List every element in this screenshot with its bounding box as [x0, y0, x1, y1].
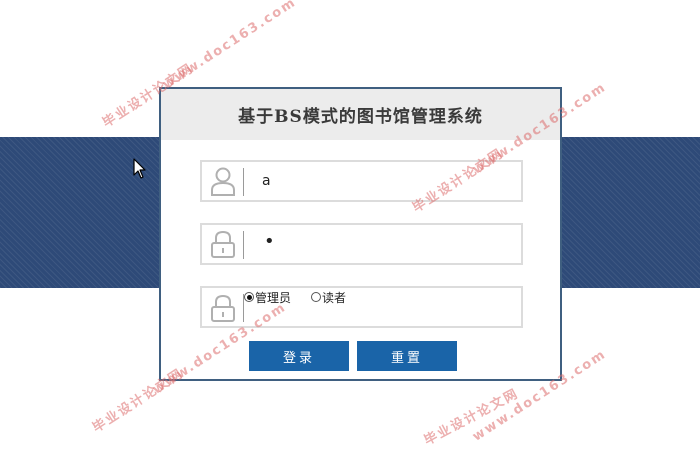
user-icon	[211, 167, 235, 196]
role-label-admin: 管理员	[255, 290, 292, 305]
reset-button[interactable]: 重置	[357, 341, 457, 371]
login-panel: 基于BS模式的图书馆管理系统 a • 管理员 读者 登录 重置	[159, 87, 562, 381]
username-value[interactable]: a	[262, 162, 271, 200]
role-field: 管理员 读者	[200, 286, 523, 328]
field-separator	[243, 168, 244, 196]
field-separator	[243, 231, 244, 259]
login-button[interactable]: 登录	[249, 341, 349, 371]
password-field[interactable]: •	[200, 223, 523, 265]
role-radio-reader[interactable]	[311, 292, 322, 302]
mouse-cursor-icon	[133, 158, 146, 179]
page-title: 基于BS模式的图书馆管理系统	[238, 107, 483, 127]
role-radio-group: 管理员 读者	[244, 288, 346, 306]
panel-header: 基于BS模式的图书馆管理系统	[161, 89, 560, 140]
password-value[interactable]: •	[264, 225, 275, 263]
role-label-reader: 读者	[322, 290, 347, 305]
lock-icon	[211, 230, 235, 258]
lock-icon	[211, 294, 235, 322]
role-radio-admin[interactable]	[244, 292, 254, 302]
username-field[interactable]: a	[200, 160, 523, 202]
watermark-url: www.doc163.com	[160, 0, 300, 93]
